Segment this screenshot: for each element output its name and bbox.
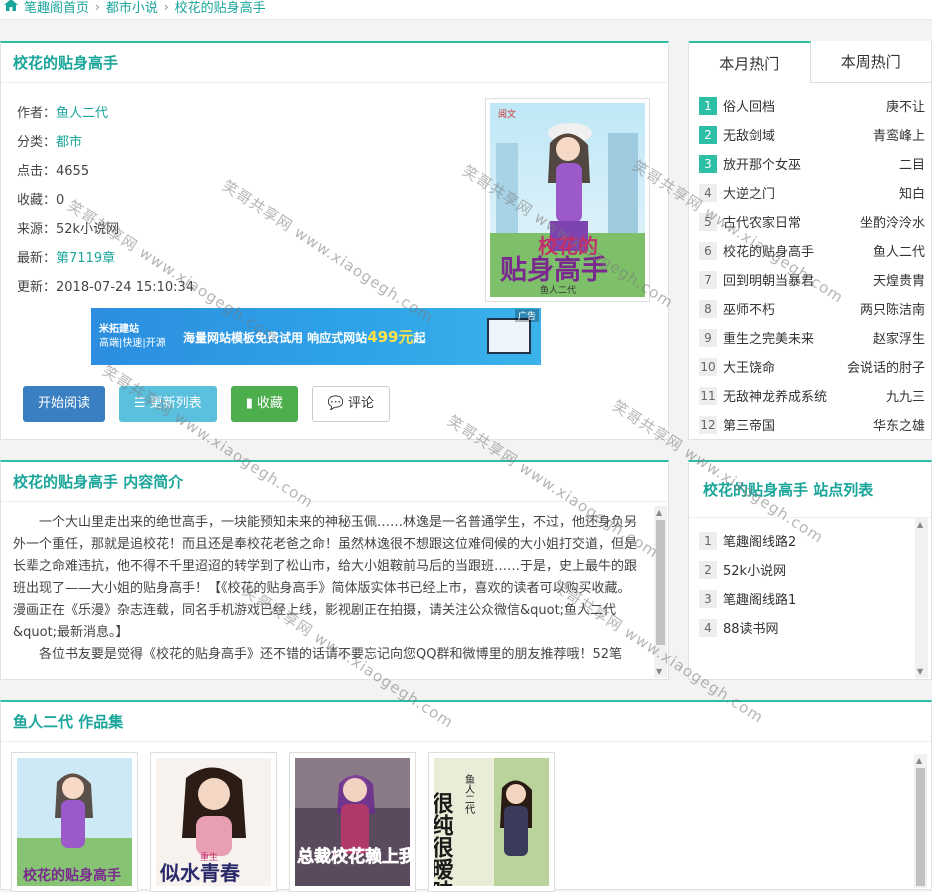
source-value: 52k小说网 — [56, 222, 120, 237]
latest-row: 最新：第7119章 — [17, 251, 116, 266]
cover-author: 鱼人二代 — [540, 284, 576, 296]
work-cover-image: 总裁校花赖上我 — [295, 758, 415, 886]
scroll-thumb[interactable] — [656, 520, 665, 645]
site-list-scrollbar[interactable]: ▲ ▼ — [915, 518, 928, 678]
list-item[interactable]: 2 52k小说网 — [699, 555, 931, 584]
works-scrollbar[interactable]: ▲ — [914, 754, 927, 888]
work-cover-image: 校花的贴身高手 — [17, 758, 132, 886]
scroll-up-icon[interactable]: ▲ — [916, 756, 922, 765]
home-icon[interactable] — [4, 0, 18, 15]
author-row: 作者：鱼人二代 — [17, 106, 109, 121]
list-item[interactable]: 3 放开那个女巫 二目 — [699, 149, 931, 178]
list-item[interactable]: 1 笔趣阁线路2 — [699, 526, 931, 555]
work-cover-title: 很纯很暧昧 — [434, 792, 454, 886]
tab-month-hot[interactable]: 本月热门 — [689, 41, 811, 83]
list-item[interactable]: 2 无敌剑域 青鸾峰上 — [699, 120, 931, 149]
category-row: 分类：都市 — [17, 135, 83, 150]
scroll-thumb[interactable] — [916, 768, 925, 886]
works-list: 校花的贴身高手 重生 似水青春 总裁校花赖上我 很纯很暧 鱼人二代 — [11, 752, 555, 892]
scroll-down-icon[interactable]: ▼ — [656, 667, 662, 676]
category-link[interactable]: 都市 — [56, 135, 82, 150]
work-cover-card[interactable]: 校花的贴身高手 — [11, 752, 138, 892]
book-cover-image: 阅文 校花的 贴身高手 鱼人二代 — [490, 103, 645, 297]
source-row: 来源：52k小说网 — [17, 222, 120, 237]
breadcrumb: 笔趣阁首页 › 都市小说 › 校花的贴身高手 — [0, 0, 932, 20]
work-cover-card[interactable]: 总裁校花赖上我 — [289, 752, 416, 892]
updated-row: 更新：2018-07-24 15:10:34 — [17, 280, 195, 295]
intro-title: 校花的贴身高手 内容简介 — [1, 462, 668, 502]
list-item[interactable]: 11 无敌神龙养成系统 九九三 — [699, 381, 931, 410]
book-title: 校花的贴身高手 — [1, 43, 668, 83]
cover-publisher: 阅文 — [498, 108, 516, 120]
breadcrumb-current: 校花的贴身高手 — [174, 1, 266, 16]
svg-text:鱼人二代: 鱼人二代 — [463, 773, 475, 815]
ad-slogan: 海量网站模板免费试用 响应式网站499元起 — [183, 328, 426, 346]
favorites-row: 收藏：0 — [17, 193, 65, 208]
works-title: 鱼人二代 作品集 — [1, 702, 931, 742]
action-buttons: 开始阅读 ☰ 更新列表 ▮ 收藏 💬 评论 — [23, 386, 391, 422]
update-list-button[interactable]: ☰ 更新列表 — [119, 386, 217, 422]
latest-chapter-link[interactable]: 第7119章 — [56, 251, 115, 266]
intro-paragraph: 一个大山里走出来的绝世高手，一块能预知未来的神秘玉佩……林逸是一名普通学生，不过… — [13, 515, 638, 640]
intro-panel: 校花的贴身高手 内容简介 一个大山里走出来的绝世高手，一块能预知未来的神秘玉佩…… — [0, 460, 669, 680]
ad-brand: 米拓建站 高端|快速|开源 — [99, 323, 166, 349]
book-cover[interactable]: 阅文 校花的 贴身高手 鱼人二代 — [485, 98, 650, 302]
monitor-icon — [487, 318, 531, 354]
ad-tag: 广告 — [514, 309, 539, 322]
scroll-down-icon[interactable]: ▼ — [917, 667, 923, 676]
list-item[interactable]: 12 第三帝国 华东之雄 — [699, 410, 931, 439]
scroll-up-icon[interactable]: ▲ — [656, 508, 662, 517]
comment-button[interactable]: 💬 评论 — [311, 386, 391, 422]
scroll-up-icon[interactable]: ▲ — [917, 520, 923, 529]
list-item[interactable]: 3 笔趣阁线路1 — [699, 584, 931, 613]
chevron-right-icon: › — [95, 0, 100, 14]
tab-week-hot[interactable]: 本周热门 — [810, 41, 931, 83]
breadcrumb-home-link[interactable]: 笔趣阁首页 — [24, 0, 89, 16]
bookmark-icon: ▮ — [245, 396, 253, 411]
book-info-panel: 校花的贴身高手 作者：鱼人二代 分类：都市 点击：4655 收藏：0 来源：52… — [0, 41, 669, 440]
list-item[interactable]: 1 俗人回档 庚不让 — [699, 91, 931, 120]
list-item[interactable]: 7 回到明朝当暴君 天煌贵胄 — [699, 265, 931, 294]
svg-text:总裁校花赖上我: 总裁校花赖上我 — [297, 846, 410, 867]
list-item[interactable]: 5 古代农家日常 坐酌泠泠水 — [699, 207, 931, 236]
list-item[interactable]: 8 巫师不朽 两只陈洁南 — [699, 294, 931, 323]
list-item[interactable]: 6 校花的贴身高手 鱼人二代 — [699, 236, 931, 265]
list-item[interactable]: 10 大王饶命 会说话的肘子 — [699, 352, 931, 381]
work-cover-card[interactable]: 很纯很暧昧 鱼人二代 — [428, 752, 555, 892]
favorites-value: 0 — [56, 193, 65, 208]
hot-books-panel: 本月热门 本周热门 1 俗人回档 庚不让 2 无敌剑域 青鸾峰上 3 放开那个女巫 二目 4… — [688, 41, 932, 440]
chevron-right-icon: › — [163, 0, 169, 14]
svg-text:校花的贴身高手: 校花的贴身高手 — [23, 867, 121, 884]
list-item[interactable]: 4 88读书网 — [699, 613, 931, 642]
clicks-row: 点击：4655 — [17, 164, 90, 179]
favorite-button[interactable]: ▮ 收藏 — [230, 386, 298, 422]
intro-paragraph: 各位书友要是觉得《校花的贴身高手》还不错的话请不要忘记向您QQ群和微博里的朋友推… — [39, 647, 623, 662]
hot-list: 1 俗人回档 庚不让 2 无敌剑域 青鸾峰上 3 放开那个女巫 二目 4 大逆之门 知白 5 古代… — [689, 83, 931, 439]
intro-scrollbar[interactable]: ▲ ▼ — [654, 506, 667, 678]
list-item[interactable]: 9 重生之完美未来 赵家浮生 — [699, 323, 931, 352]
work-cover-image: 很纯很暧昧 鱼人二代 — [429, 758, 549, 891]
author-link[interactable]: 鱼人二代 — [56, 106, 108, 121]
author-works-panel: 鱼人二代 作品集 校花的贴身高手 重生 似水青春 总裁校花赖上我 很纯很暧 鱼人… — [0, 700, 932, 892]
work-cover-image: 重生 似水青春 — [156, 758, 271, 886]
cover-title-line2: 贴身高手 — [500, 254, 608, 286]
work-cover-card[interactable]: 重生 似水青春 — [150, 752, 277, 892]
hot-tabs: 本月热门 本周热门 — [689, 41, 931, 83]
comment-icon: 💬 — [327, 396, 345, 411]
list-icon: ☰ — [134, 396, 146, 411]
site-list-title: 校花的贴身高手 站点列表 — [689, 462, 931, 518]
ad-price: 499元 — [367, 328, 414, 346]
start-reading-button[interactable]: 开始阅读 — [23, 386, 106, 422]
intro-text: 一个大山里走出来的绝世高手，一块能预知未来的神秘玉佩……林逸是一名普通学生，不过… — [13, 512, 643, 678]
svg-text:似水青春: 似水青春 — [159, 861, 241, 885]
updated-value: 2018-07-24 15:10:34 — [56, 280, 195, 295]
breadcrumb-category-link[interactable]: 都市小说 — [106, 0, 158, 16]
list-item[interactable]: 4 大逆之门 知白 — [699, 178, 931, 207]
site-list: 1 笔趣阁线路2 2 52k小说网 3 笔趣阁线路1 4 88读书网 — [689, 518, 931, 642]
ad-banner[interactable]: 米拓建站 高端|快速|开源 海量网站模板免费试用 响应式网站499元起 广告 — [91, 308, 541, 365]
book-meta: 作者：鱼人二代 分类：都市 点击：4655 收藏：0 来源：52k小说网 最新：… — [17, 99, 194, 302]
clicks-value: 4655 — [56, 164, 90, 179]
site-list-panel: 校花的贴身高手 站点列表 1 笔趣阁线路2 2 52k小说网 3 笔趣阁线路1 4 88… — [688, 460, 932, 680]
